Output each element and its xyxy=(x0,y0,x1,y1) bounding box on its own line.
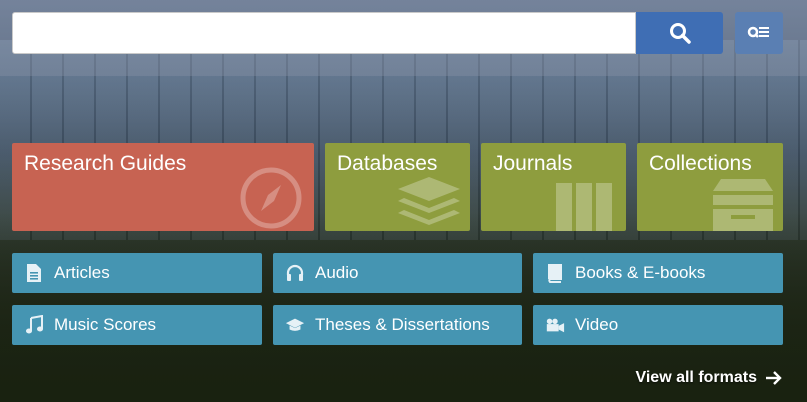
format-music-scores[interactable]: Music Scores xyxy=(12,305,262,345)
tile-databases[interactable]: Databases xyxy=(325,143,470,231)
format-label: Video xyxy=(575,315,619,334)
view-all-label: View all formats xyxy=(635,369,757,386)
arrow-right-icon xyxy=(766,371,782,385)
tile-journals[interactable]: Journals xyxy=(481,143,626,231)
video-camera-icon xyxy=(545,316,565,334)
format-label: Music Scores xyxy=(54,315,157,334)
document-icon xyxy=(24,263,44,283)
tile-research-guides[interactable]: Research Guides xyxy=(12,143,314,231)
format-label: Articles xyxy=(54,263,110,282)
tile-label: Research Guides xyxy=(24,152,187,175)
graduation-cap-icon xyxy=(285,316,305,334)
format-label: Theses & Dissertations xyxy=(315,315,490,334)
format-label: Books & E-books xyxy=(575,263,706,282)
archive-box-icon xyxy=(713,179,773,231)
advanced-search-icon xyxy=(747,26,769,38)
headphones-icon xyxy=(285,263,305,283)
music-note-icon xyxy=(24,315,44,335)
tile-label: Journals xyxy=(493,152,573,175)
book-icon xyxy=(545,263,565,283)
format-audio[interactable]: Audio xyxy=(273,253,522,293)
view-all-formats-link[interactable]: View all formats xyxy=(635,369,783,387)
compass-icon xyxy=(240,167,302,229)
format-theses[interactable]: Theses & Dissertations xyxy=(273,305,522,345)
search-button[interactable] xyxy=(636,12,723,54)
search-icon xyxy=(669,23,691,44)
tile-label: Collections xyxy=(649,152,752,175)
books-icon xyxy=(556,183,612,231)
format-articles[interactable]: Articles xyxy=(12,253,262,293)
format-label: Audio xyxy=(315,263,359,282)
layers-icon xyxy=(398,177,460,225)
format-video[interactable]: Video xyxy=(533,305,783,345)
advanced-search-button[interactable] xyxy=(735,12,783,54)
tile-collections[interactable]: Collections xyxy=(637,143,783,231)
format-books[interactable]: Books & E-books xyxy=(533,253,783,293)
search-input[interactable] xyxy=(12,12,636,54)
